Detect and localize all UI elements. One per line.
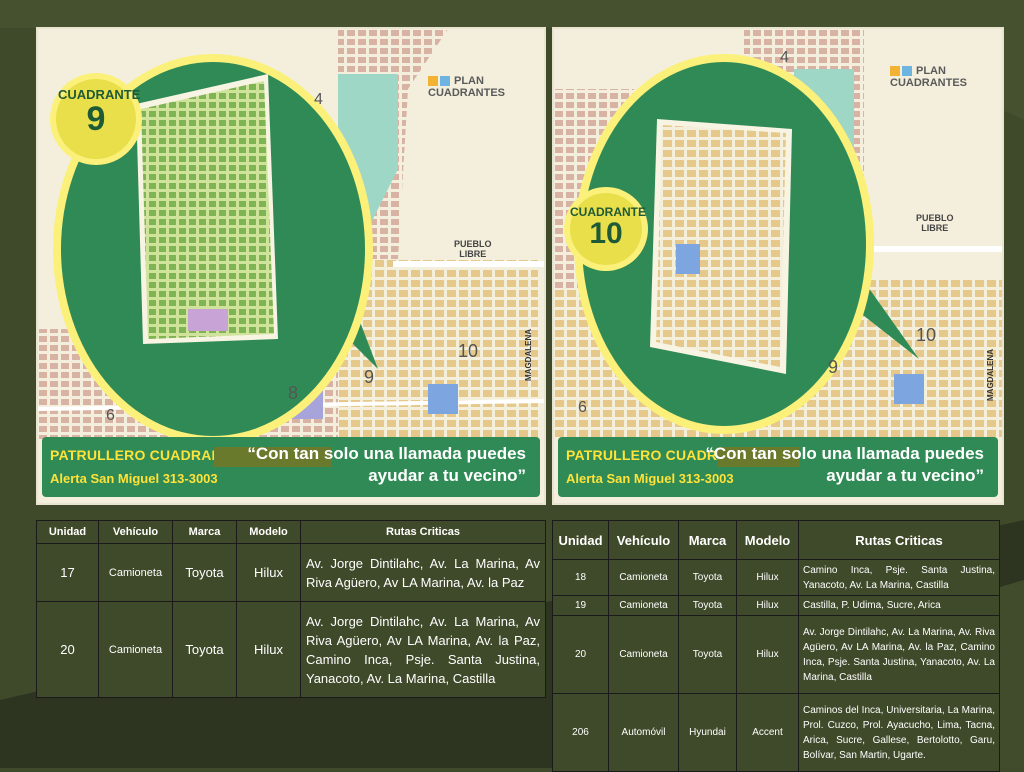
place-pueblo-libre: PUEBLO LIBRE	[454, 239, 492, 259]
cell-marca: Toyota	[172, 601, 237, 698]
table-header-row: Unidad Vehículo Marca Modelo Rutas Criti…	[552, 520, 1000, 560]
logo-square-icon	[428, 76, 438, 87]
cell-vehiculo: Camioneta	[608, 559, 679, 596]
header-rutas: Rutas Criticas	[300, 520, 546, 544]
place-pueblo: PUEBLO	[916, 213, 954, 223]
logo-square-icon	[440, 76, 450, 87]
map-number-10: 10	[916, 325, 937, 345]
header-modelo: Modelo	[236, 520, 301, 544]
place-magdalena: MAGDALENA	[986, 349, 995, 401]
map-graphic	[554, 29, 1002, 503]
header-rutas: Rutas Criticas	[798, 520, 1000, 560]
banner-alert: Alerta San Miguel 313-3003	[50, 471, 218, 486]
cell-marca: Toyota	[678, 559, 737, 596]
map-number-6: 6	[578, 399, 587, 416]
plan-cuadrantes-logo: PLAN CUADRANTES	[428, 75, 544, 99]
header-vehiculo: Vehículo	[98, 520, 173, 544]
map-quadrant-10: CUADRANTE 10 PLAN CUADRANTES PUEBLO LIBR…	[552, 27, 1004, 505]
logo-square-icon	[902, 66, 912, 77]
cell-vehiculo: Camioneta	[98, 543, 173, 602]
cell-vehiculo: Camioneta	[608, 615, 679, 694]
cell-unidad: 17	[36, 543, 99, 602]
cell-rutas: Castilla, P. Udima, Sucre, Arica	[798, 595, 1000, 616]
quadrant-number: 9	[86, 100, 106, 138]
header-unidad: Unidad	[36, 520, 99, 544]
map-number-9: 9	[828, 357, 839, 377]
cell-rutas: Camino Inca, Psje. Santa Justina, Yanaco…	[798, 559, 1000, 596]
cell-unidad: 206	[552, 693, 609, 772]
cell-unidad: 18	[552, 559, 609, 596]
banner-quote: “Con tan solo una llamada puedes ayudar …	[705, 443, 984, 487]
logo-square-icon	[890, 66, 900, 77]
cell-marca: Toyota	[678, 615, 737, 694]
cell-unidad: 19	[552, 595, 609, 616]
cell-marca: Toyota	[678, 595, 737, 616]
header-marca: Marca	[172, 520, 237, 544]
banner-quote: “Con tan solo una llamada puedes ayudar …	[247, 443, 526, 487]
quote-line-1: “Con tan solo una llamada puedes	[705, 444, 984, 463]
header-modelo: Modelo	[736, 520, 799, 560]
cell-modelo: Hilux	[736, 559, 799, 596]
cell-rutas: Av. Jorge Dintilahc, Av. La Marina, Av R…	[300, 543, 546, 602]
cell-unidad: 20	[36, 601, 99, 698]
cell-marca: Hyundai	[678, 693, 737, 772]
header-marca: Marca	[678, 520, 737, 560]
quote-line-2: ayudar a tu vecino”	[826, 466, 984, 485]
map-number-10: 10	[458, 341, 479, 361]
quadrant-10-label: CUADRANTE 10	[570, 205, 646, 250]
map-number-6: 6	[106, 407, 115, 424]
cell-modelo: Hilux	[736, 615, 799, 694]
table-row: 18 Camioneta Toyota Hilux Camino Inca, P…	[552, 559, 1000, 596]
header-vehiculo: Vehículo	[608, 520, 679, 560]
slide: CUADRANTE 9 PLAN CUADRANTES PUEBLO LIBRE…	[0, 0, 1024, 772]
table-row: 20 Camioneta Toyota Hilux Av. Jorge Dint…	[552, 615, 1000, 694]
table-row: 17 Camioneta Toyota Hilux Av. Jorge Dint…	[36, 543, 546, 602]
place-pueblo-libre: PUEBLO LIBRE	[916, 213, 954, 233]
cell-unidad: 20	[552, 615, 609, 694]
place-magdalena: MAGDALENA	[524, 329, 533, 381]
map-number-4: 4	[314, 91, 323, 108]
table-row: 20 Camioneta Toyota Hilux Av. Jorge Dint…	[36, 601, 546, 698]
map-quadrant-9: CUADRANTE 9 PLAN CUADRANTES PUEBLO LIBRE…	[36, 27, 546, 505]
patrol-banner: PATRULLERO CUADRANTE 10 Alerta San Migue…	[558, 437, 998, 497]
quadrant-9-label: CUADRANTE 9	[58, 87, 140, 138]
cell-rutas: Caminos del Inca, Universitaria, La Mari…	[798, 693, 1000, 772]
map-number-9: 9	[364, 367, 375, 387]
cell-modelo: Hilux	[736, 595, 799, 616]
plan-cuadrantes-logo: PLAN CUADRANTES	[890, 65, 1002, 89]
table-header-row: Unidad Vehículo Marca Modelo Rutas Criti…	[36, 520, 546, 544]
cell-modelo: Accent	[736, 693, 799, 772]
place-libre: LIBRE	[459, 249, 487, 259]
patrol-banner: PATRULLERO CUADRANTE 9: Alerta San Migue…	[42, 437, 540, 497]
cell-vehiculo: Camioneta	[98, 601, 173, 698]
cell-vehiculo: Camioneta	[608, 595, 679, 616]
header-unidad: Unidad	[552, 520, 609, 560]
quote-line-2: ayudar a tu vecino”	[368, 466, 526, 485]
map-number-8: 8	[288, 383, 299, 403]
cell-modelo: Hilux	[236, 543, 301, 602]
quote-line-1: “Con tan solo una llamada puedes	[247, 444, 526, 463]
quadrant-number: 10	[589, 217, 623, 250]
map-number-4: 4	[780, 49, 789, 66]
table-row: 19 Camioneta Toyota Hilux Castilla, P. U…	[552, 595, 1000, 616]
cell-rutas: Av. Jorge Dintilahc, Av. La Marina, Av. …	[798, 615, 1000, 694]
table-row: 206 Automóvil Hyundai Accent Caminos del…	[552, 693, 1000, 772]
place-libre: LIBRE	[921, 223, 949, 233]
routes-table-quadrant-10: Unidad Vehículo Marca Modelo Rutas Criti…	[552, 520, 1000, 772]
cell-vehiculo: Automóvil	[608, 693, 679, 772]
cell-marca: Toyota	[172, 543, 237, 602]
routes-table-quadrant-9: Unidad Vehículo Marca Modelo Rutas Criti…	[36, 520, 546, 698]
cell-rutas: Av. Jorge Dintilahc, Av. La Marina, Av R…	[300, 601, 546, 698]
cell-modelo: Hilux	[236, 601, 301, 698]
place-pueblo: PUEBLO	[454, 239, 492, 249]
